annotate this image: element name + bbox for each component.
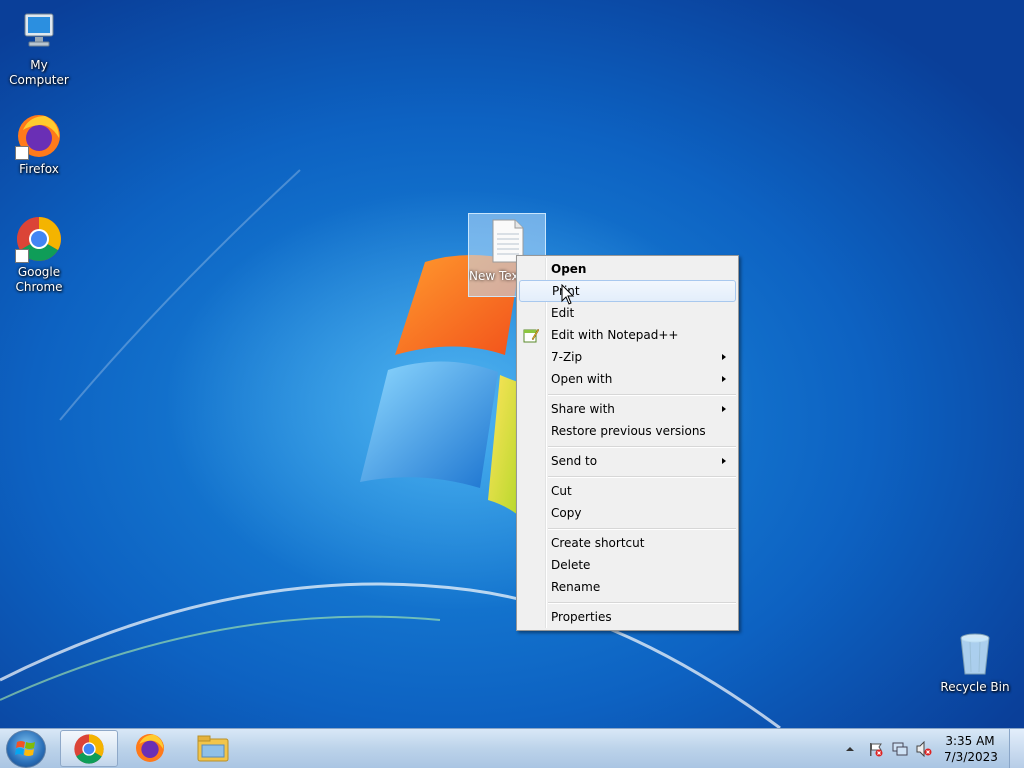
desktop-icon-label: Google Chrome	[15, 265, 63, 294]
menu-item-label: Create shortcut	[551, 536, 645, 550]
menu-item-send-to[interactable]: Send to	[519, 450, 736, 472]
windows-logo-icon	[15, 741, 35, 756]
menu-separator	[548, 528, 736, 530]
taskbar-chrome-button[interactable]	[60, 730, 118, 767]
menu-item-open[interactable]: Open	[519, 258, 736, 280]
menu-item-create-shortcut[interactable]: Create shortcut	[519, 532, 736, 554]
action-center-flag-icon[interactable]	[868, 741, 884, 757]
desktop-icon-my-computer[interactable]: My Computer	[0, 8, 78, 88]
desktop-icon-recycle-bin[interactable]: Recycle Bin	[936, 630, 1014, 695]
desktop-icon-google-chrome[interactable]: Google Chrome	[0, 215, 78, 295]
submenu-arrow-icon	[722, 458, 726, 464]
menu-item-7-zip[interactable]: 7-Zip	[519, 346, 736, 368]
menu-item-label: Rename	[551, 580, 601, 594]
menu-item-properties[interactable]: Properties	[519, 606, 736, 628]
menu-separator	[548, 476, 736, 478]
menu-separator	[548, 602, 736, 604]
menu-item-edit-with-notepad-plus-plus[interactable]: Edit with Notepad++	[519, 324, 736, 346]
menu-item-cut[interactable]: Cut	[519, 480, 736, 502]
system-tray: 3:35 AM 7/3/2023	[834, 729, 1024, 768]
mouse-cursor-icon	[561, 284, 575, 305]
start-button[interactable]	[6, 730, 46, 768]
menu-item-label: Send to	[551, 454, 598, 468]
menu-item-edit[interactable]: Edit	[519, 302, 736, 324]
menu-item-label: Restore previous versions	[551, 424, 706, 438]
taskbar-firefox-button[interactable]	[120, 730, 178, 767]
menu-item-restore-previous-versions[interactable]: Restore previous versions	[519, 420, 736, 442]
menu-item-open-with[interactable]: Open with	[519, 368, 736, 390]
desktop-icon-firefox[interactable]: Firefox	[0, 112, 78, 177]
submenu-arrow-icon	[722, 354, 726, 360]
menu-separator	[548, 446, 736, 448]
chrome-icon	[74, 734, 104, 764]
firefox-icon	[136, 734, 164, 762]
show-desktop-button[interactable]	[1009, 729, 1024, 768]
desktop-icon-label: Recycle Bin	[940, 680, 1010, 694]
notepad-plus-plus-icon	[523, 328, 539, 343]
menu-item-label: Copy	[551, 506, 582, 520]
menu-item-label: Cut	[551, 484, 572, 498]
file-explorer-icon	[197, 735, 229, 762]
menu-item-label: Open	[551, 262, 587, 276]
menu-item-label: Properties	[551, 610, 612, 624]
menu-item-label: Edit	[551, 306, 575, 320]
desktop[interactable]: My Computer Firefox Google Chrome Recycl…	[0, 0, 1024, 728]
menu-item-print[interactable]: Print	[519, 280, 736, 302]
desktop-icon-label: My Computer	[9, 58, 69, 87]
context-menu: Open Print Edit Edit with Notepad++ 7-Zi…	[516, 255, 739, 631]
menu-item-share-with[interactable]: Share with	[519, 398, 736, 420]
menu-item-rename[interactable]: Rename	[519, 576, 736, 598]
volume-muted-icon[interactable]	[916, 740, 932, 758]
desktop-icon-label: Firefox	[19, 162, 59, 176]
menu-item-copy[interactable]: Copy	[519, 502, 736, 524]
shortcut-arrow-icon	[15, 146, 29, 160]
shortcut-arrow-icon	[15, 249, 29, 263]
clock-time: 3:35 AM	[945, 734, 995, 748]
submenu-arrow-icon	[722, 376, 726, 382]
menu-separator	[548, 394, 736, 396]
taskbar: 3:35 AM 7/3/2023	[0, 728, 1024, 768]
chrome-icon	[15, 215, 63, 263]
menu-item-label: Open with	[551, 372, 613, 386]
menu-item-label: 7-Zip	[551, 350, 583, 364]
firefox-icon	[15, 112, 63, 160]
menu-item-delete[interactable]: Delete	[519, 554, 736, 576]
wallpaper-art	[0, 169, 781, 728]
menu-item-label: Share with	[551, 402, 615, 416]
clock[interactable]: 3:35 AM 7/3/2023	[944, 733, 998, 765]
menu-item-label: Delete	[551, 558, 591, 572]
clock-date: 7/3/2023	[944, 750, 998, 764]
recycle-bin-icon	[951, 630, 999, 678]
network-icon[interactable]	[892, 741, 908, 757]
menu-item-label: Edit with Notepad++	[551, 328, 679, 342]
submenu-arrow-icon	[722, 406, 726, 412]
computer-icon	[15, 8, 63, 56]
taskbar-file-explorer-button[interactable]	[184, 730, 242, 767]
show-hidden-icons-chevron[interactable]	[842, 741, 858, 757]
